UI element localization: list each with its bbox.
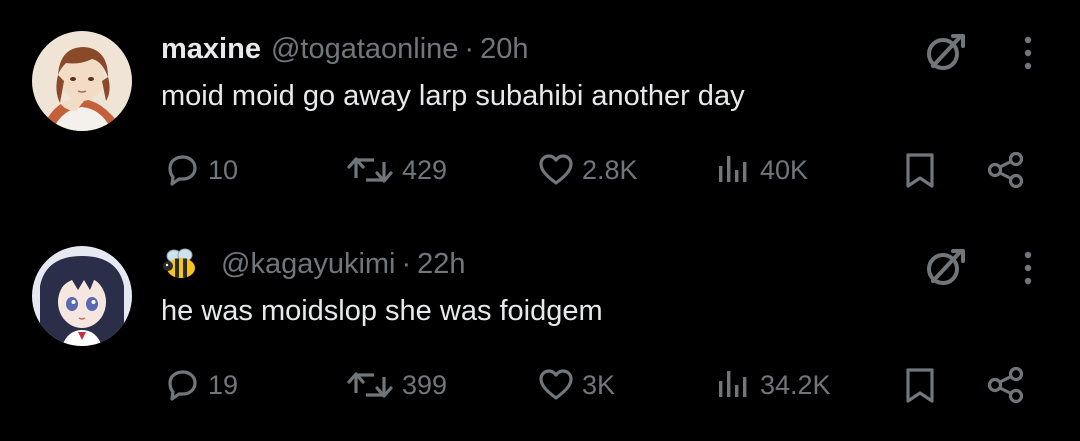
more-options-icon[interactable] bbox=[1013, 32, 1043, 74]
more-options-icon[interactable] bbox=[1013, 247, 1043, 289]
repost-icon bbox=[347, 157, 393, 183]
like-icon bbox=[539, 154, 573, 185]
post-1[interactable]: maxine @togataonline · 20h moid moid go … bbox=[0, 0, 1080, 215]
grok-icon[interactable] bbox=[921, 28, 969, 76]
post-text: moid moid go away larp subahibi another … bbox=[161, 80, 745, 112]
avatar-image bbox=[32, 246, 132, 346]
post-timestamp[interactable]: 20h bbox=[480, 33, 528, 66]
reply-icon bbox=[168, 370, 197, 401]
repost-icon bbox=[347, 372, 393, 398]
share-icon bbox=[987, 366, 1024, 404]
views-button[interactable]: 40K bbox=[714, 145, 808, 195]
action-bar: 19 399 3K 34.2K bbox=[0, 360, 1080, 410]
reply-count: 19 bbox=[208, 369, 239, 400]
share-icon bbox=[987, 151, 1024, 189]
action-bar: 10 429 2.8K 40K bbox=[0, 145, 1080, 195]
repost-count: 399 bbox=[402, 369, 448, 400]
post-header: maxine @togataonline · 20h bbox=[161, 29, 528, 69]
views-button[interactable]: 34.2K bbox=[714, 360, 831, 410]
avatar[interactable] bbox=[32, 246, 132, 346]
like-count: 3K bbox=[582, 369, 616, 400]
bookmark-button[interactable] bbox=[900, 145, 940, 195]
reply-icon bbox=[168, 155, 197, 186]
bee-emoji-icon bbox=[161, 247, 199, 281]
reply-button[interactable]: 10 bbox=[162, 145, 238, 195]
views-count: 40K bbox=[760, 154, 809, 185]
separator-dot: · bbox=[464, 32, 475, 65]
bookmark-icon bbox=[906, 153, 934, 188]
bookmark-icon bbox=[906, 368, 934, 403]
repost-button[interactable]: 429 bbox=[344, 145, 447, 195]
grok-icon[interactable] bbox=[921, 243, 969, 291]
views-icon bbox=[719, 371, 747, 397]
share-button[interactable] bbox=[984, 360, 1028, 410]
post-2[interactable]: @kagayukimi · 22h he was moidslop she wa… bbox=[0, 215, 1080, 430]
separator-dot: · bbox=[401, 247, 412, 280]
views-icon bbox=[719, 156, 747, 182]
user-handle[interactable]: @kagayukimi bbox=[221, 248, 396, 281]
reply-count: 10 bbox=[208, 154, 239, 185]
post-header: @kagayukimi · 22h bbox=[161, 244, 466, 284]
reply-button[interactable]: 19 bbox=[162, 360, 238, 410]
user-handle[interactable]: @togataonline bbox=[271, 33, 458, 66]
avatar-image bbox=[32, 31, 132, 131]
like-button[interactable]: 3K bbox=[536, 360, 615, 410]
like-icon bbox=[539, 369, 573, 400]
like-button[interactable]: 2.8K bbox=[536, 145, 638, 195]
post-text: he was moidslop she was foidgem bbox=[161, 295, 603, 327]
display-name[interactable]: maxine bbox=[161, 33, 261, 66]
views-count: 34.2K bbox=[760, 369, 831, 400]
avatar[interactable] bbox=[32, 31, 132, 131]
repost-button[interactable]: 399 bbox=[344, 360, 447, 410]
bookmark-button[interactable] bbox=[900, 360, 940, 410]
like-count: 2.8K bbox=[582, 154, 638, 185]
share-button[interactable] bbox=[984, 145, 1028, 195]
repost-count: 429 bbox=[402, 154, 448, 185]
post-timestamp[interactable]: 22h bbox=[417, 248, 465, 281]
